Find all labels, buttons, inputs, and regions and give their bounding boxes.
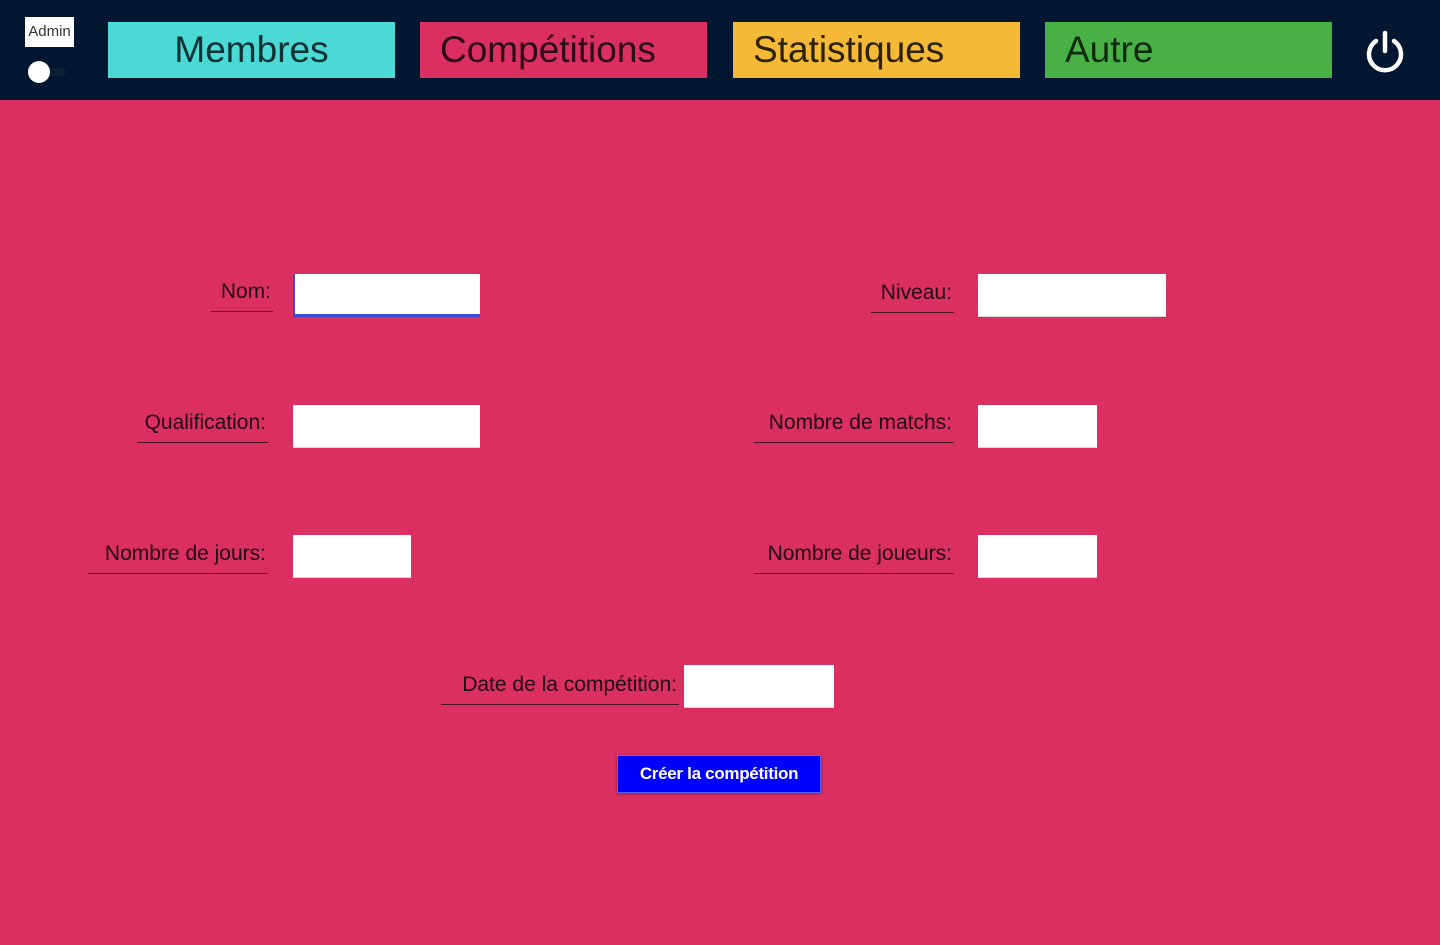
tab-statistiques-label: Statistiques xyxy=(753,29,945,70)
tab-membres-label: Membres xyxy=(174,29,329,70)
create-competition-button[interactable]: Créer la compétition xyxy=(617,755,821,793)
tab-competitions[interactable]: Compétitions xyxy=(420,22,707,78)
tab-statistiques[interactable]: Statistiques xyxy=(733,22,1020,78)
tab-competitions-label: Compétitions xyxy=(440,29,656,70)
nombre-matchs-input[interactable] xyxy=(978,405,1097,448)
tab-autre[interactable]: Autre xyxy=(1045,22,1332,78)
date-label: Date de la compétition: xyxy=(441,672,679,705)
nombre-joueurs-label: Nombre de joueurs: xyxy=(754,541,954,574)
tab-membres[interactable]: Membres xyxy=(108,22,395,78)
date-input[interactable] xyxy=(684,665,834,708)
admin-label: Admin xyxy=(25,17,74,47)
admin-toggle-knob[interactable] xyxy=(28,61,50,83)
qualification-input[interactable] xyxy=(293,405,480,448)
nombre-jours-input[interactable] xyxy=(293,535,411,578)
top-navigation-bar: Admin Membres Compétitions Statistiques … xyxy=(0,0,1440,100)
admin-toggle[interactable] xyxy=(28,61,68,83)
nom-input[interactable] xyxy=(293,274,480,317)
niveau-label: Niveau: xyxy=(871,280,954,313)
qualification-label: Qualification: xyxy=(137,410,268,443)
logout-button[interactable] xyxy=(1362,30,1408,76)
niveau-input[interactable] xyxy=(978,274,1166,317)
nombre-jours-label: Nombre de jours: xyxy=(88,541,268,574)
power-icon xyxy=(1366,30,1404,73)
nombre-joueurs-input[interactable] xyxy=(978,535,1097,578)
nom-label: Nom: xyxy=(211,279,273,312)
tab-autre-label: Autre xyxy=(1065,29,1154,70)
nombre-matchs-label: Nombre de matchs: xyxy=(754,410,954,443)
